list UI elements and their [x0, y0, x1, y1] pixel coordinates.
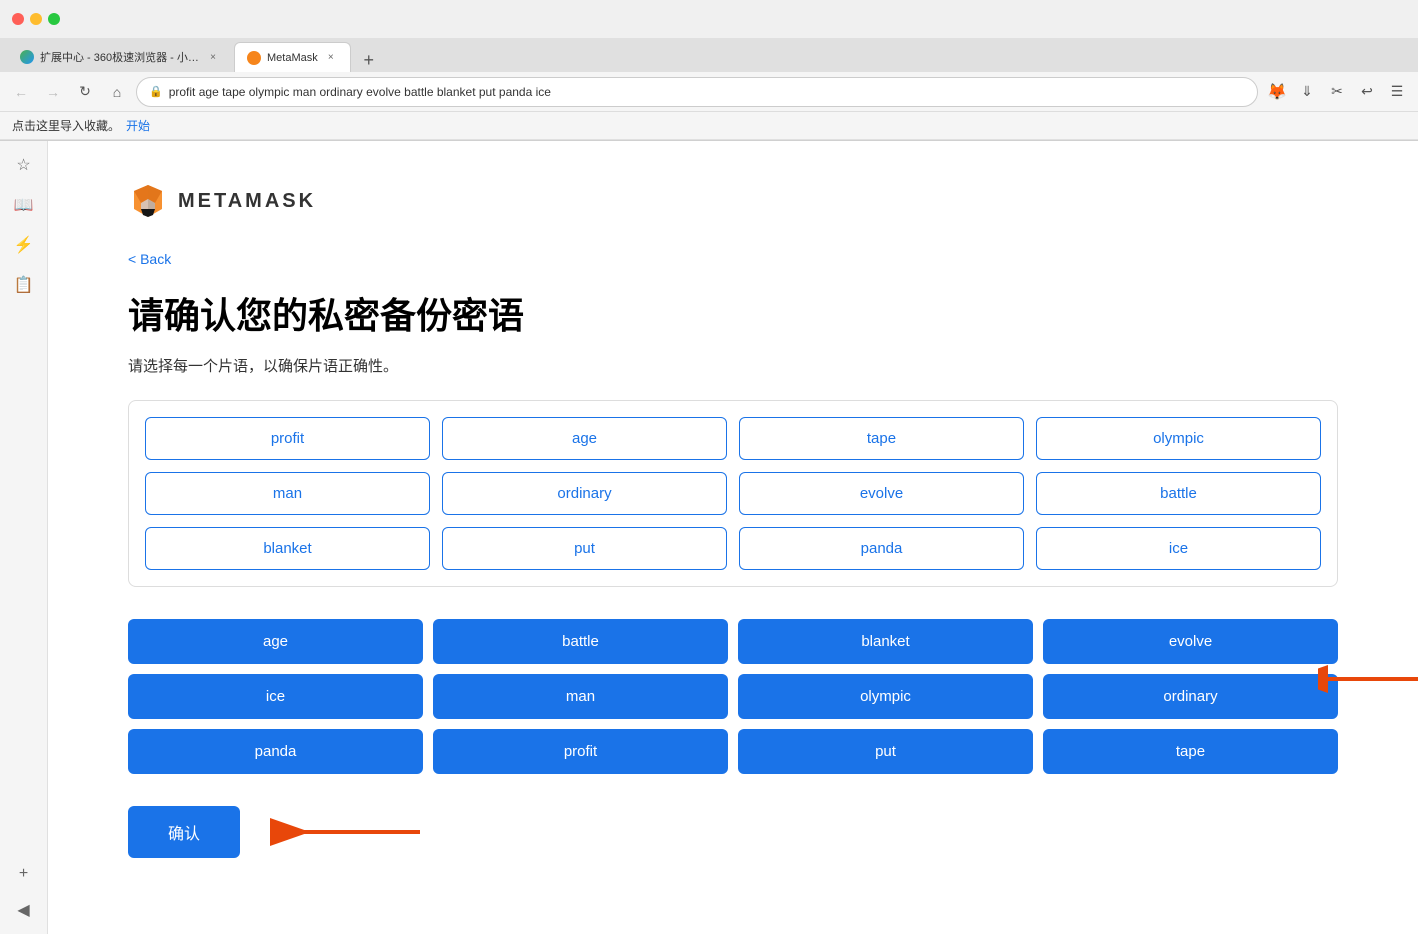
- display-word-evolve[interactable]: evolve: [739, 472, 1024, 515]
- select-word-ice[interactable]: ice: [128, 674, 423, 719]
- traffic-lights: [12, 13, 60, 25]
- tab-close-metamask[interactable]: ×: [324, 51, 338, 65]
- select-word-tape[interactable]: tape: [1043, 729, 1338, 774]
- select-word-profit[interactable]: profit: [433, 729, 728, 774]
- tabs-bar: 扩展中心 - 360极速浏览器 - 小工具 × MetaMask × +: [0, 38, 1418, 72]
- display-word-olympic[interactable]: olympic: [1036, 417, 1321, 460]
- select-word-evolve[interactable]: evolve: [1043, 619, 1338, 664]
- metamask-title: METAMASK: [178, 190, 316, 213]
- bookmark-link[interactable]: 开始: [126, 117, 150, 134]
- sidebar-bottom: + ◀: [12, 462, 36, 922]
- display-word-profit[interactable]: profit: [145, 417, 430, 460]
- tab-extensions-label: 扩展中心 - 360极速浏览器 - 小工具: [40, 49, 200, 65]
- sidebar: ☆ 📖 ⚡ 📋 + ◀: [0, 141, 48, 934]
- forward-button[interactable]: →: [40, 79, 66, 105]
- sidebar-icon-star[interactable]: ☆: [12, 153, 36, 177]
- select-word-battle[interactable]: battle: [433, 619, 728, 664]
- select-word-man[interactable]: man: [433, 674, 728, 719]
- arrow-container: age battle blanket evolve ice man olympi…: [128, 619, 1338, 774]
- nav-bar: ← → ↻ ⌂ 🔒 profit age tape olympic man or…: [0, 72, 1418, 112]
- scissors-icon[interactable]: ✂: [1324, 79, 1350, 105]
- select-word-age[interactable]: age: [128, 619, 423, 664]
- select-word-olympic[interactable]: olympic: [738, 674, 1033, 719]
- metamask-logo: METAMASK: [128, 181, 1338, 221]
- display-word-ice[interactable]: ice: [1036, 527, 1321, 570]
- title-bar: [0, 0, 1418, 38]
- main-content: METAMASK < Back 请确认您的私密备份密语 请选择每一个片语，以确保…: [48, 141, 1418, 934]
- display-word-blanket[interactable]: blanket: [145, 527, 430, 570]
- page-heading: 请确认您的私密备份密语: [128, 287, 1338, 339]
- tab-metamask[interactable]: MetaMask ×: [234, 42, 351, 72]
- display-word-battle[interactable]: battle: [1036, 472, 1321, 515]
- display-word-panda[interactable]: panda: [739, 527, 1024, 570]
- select-word-put[interactable]: put: [738, 729, 1033, 774]
- maximize-button[interactable]: [48, 13, 60, 25]
- back-link[interactable]: < Back: [128, 251, 171, 267]
- page-description: 请选择每一个片语，以确保片语正确性。: [128, 355, 1338, 376]
- confirm-button[interactable]: 确认: [128, 806, 240, 858]
- metamask-icon[interactable]: 🦊: [1264, 79, 1290, 105]
- select-word-blanket[interactable]: blanket: [738, 619, 1033, 664]
- minimize-button[interactable]: [30, 13, 42, 25]
- word-select-grid: age battle blanket evolve ice man olympi…: [128, 619, 1338, 774]
- display-word-age[interactable]: age: [442, 417, 727, 460]
- confirm-row: 确认: [128, 806, 1338, 858]
- sidebar-icon-add[interactable]: +: [12, 862, 36, 886]
- sidebar-icon-book[interactable]: 📖: [12, 193, 36, 217]
- display-word-put[interactable]: put: [442, 527, 727, 570]
- tab-close-extensions[interactable]: ×: [206, 50, 220, 64]
- select-word-panda[interactable]: panda: [128, 729, 423, 774]
- tab-metamask-favicon: [247, 51, 261, 65]
- tab-favicon: [20, 50, 34, 64]
- tab-extensions[interactable]: 扩展中心 - 360极速浏览器 - 小工具 ×: [8, 42, 232, 72]
- download-icon[interactable]: ⇓: [1294, 79, 1320, 105]
- display-word-ordinary[interactable]: ordinary: [442, 472, 727, 515]
- address-text: profit age tape olympic man ordinary evo…: [169, 85, 551, 99]
- menu-icon[interactable]: ☰: [1384, 79, 1410, 105]
- new-tab-button[interactable]: +: [357, 48, 381, 72]
- bookmark-text: 点击这里导入收藏。: [12, 117, 120, 134]
- bookmark-bar: 点击这里导入收藏。 开始: [0, 112, 1418, 140]
- display-word-man[interactable]: man: [145, 472, 430, 515]
- display-word-tape[interactable]: tape: [739, 417, 1024, 460]
- word-display-grid: profit age tape olympic man ordinary evo…: [128, 400, 1338, 587]
- undo-icon[interactable]: ↩: [1354, 79, 1380, 105]
- security-icon: 🔒: [149, 85, 163, 98]
- browser-chrome: 扩展中心 - 360极速浏览器 - 小工具 × MetaMask × + ← →…: [0, 0, 1418, 141]
- nav-actions: 🦊 ⇓ ✂ ↩ ☰: [1264, 79, 1410, 105]
- sidebar-icon-widget[interactable]: ⚡: [12, 233, 36, 257]
- home-button[interactable]: ⌂: [104, 79, 130, 105]
- sidebar-icon-note[interactable]: 📋: [12, 273, 36, 297]
- sidebar-icon-collapse[interactable]: ◀: [12, 898, 36, 922]
- refresh-button[interactable]: ↻: [72, 79, 98, 105]
- address-bar[interactable]: 🔒 profit age tape olympic man ordinary e…: [136, 77, 1258, 107]
- main-layout: ☆ 📖 ⚡ 📋 + ◀ METAMASK < Back 请确认您的私密备: [0, 141, 1418, 934]
- tab-metamask-label: MetaMask: [267, 52, 318, 64]
- arrow-left-annotation: [250, 807, 430, 857]
- close-button[interactable]: [12, 13, 24, 25]
- back-button[interactable]: ←: [8, 79, 34, 105]
- select-word-ordinary[interactable]: ordinary: [1043, 674, 1338, 719]
- fox-svg: [128, 181, 168, 221]
